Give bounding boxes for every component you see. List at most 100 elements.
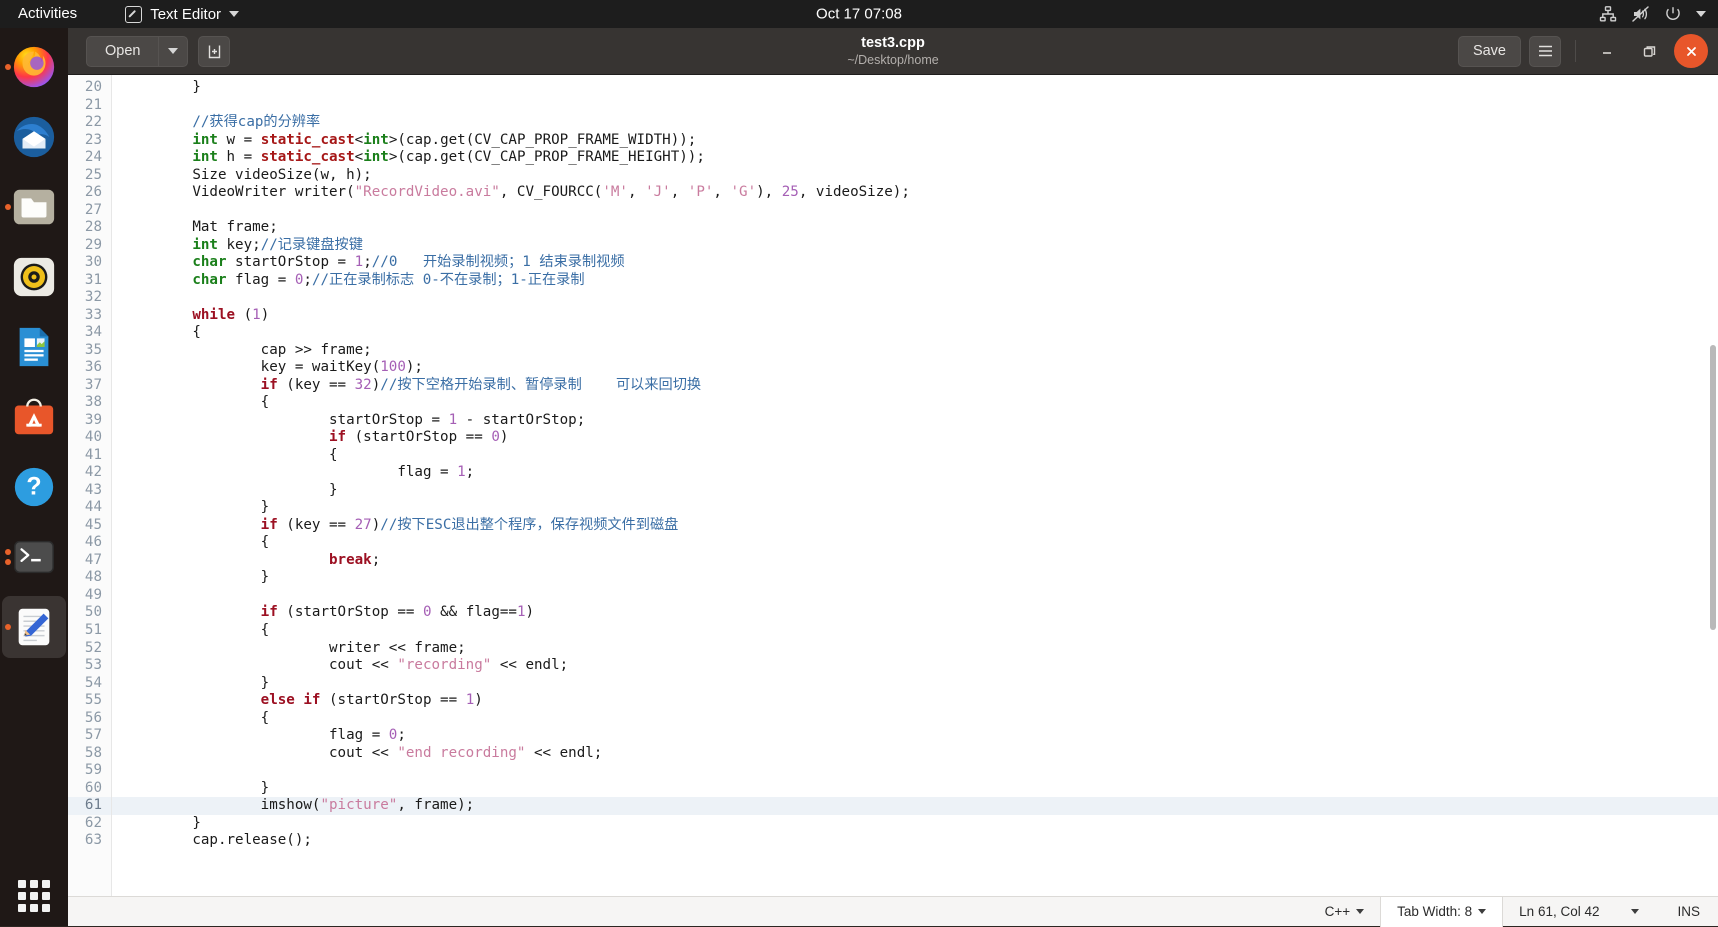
code-line[interactable]: flag = 1; (112, 464, 1718, 482)
code-line[interactable]: break; (112, 552, 1718, 570)
show-applications-button[interactable] (18, 880, 50, 912)
dock-item-firefox[interactable] (2, 36, 66, 98)
code-line[interactable]: { (112, 534, 1718, 552)
dock-item-thunderbird[interactable] (2, 106, 66, 168)
open-button[interactable]: Open (86, 35, 159, 67)
code-line[interactable]: cout << "end recording" << endl; (112, 745, 1718, 763)
code-line[interactable]: } (112, 780, 1718, 798)
code-token: "recording" (397, 657, 492, 674)
code-line[interactable]: Size videoSize(w, h); (112, 167, 1718, 185)
code-line[interactable]: { (112, 394, 1718, 412)
code-token: int (192, 131, 218, 148)
code-line[interactable]: } (112, 569, 1718, 587)
dock-item-ubuntu-software[interactable] (2, 386, 66, 448)
dock-item-help[interactable]: ? (2, 456, 66, 518)
code-line[interactable]: { (112, 622, 1718, 640)
dock-item-files[interactable] (2, 176, 66, 238)
code-token: 25 (781, 184, 799, 201)
scrollbar-thumb[interactable] (1710, 345, 1716, 630)
code-line[interactable]: Mat frame; (112, 219, 1718, 237)
code-line[interactable]: if (startOrStop == 0) (112, 429, 1718, 447)
code-token: } (124, 674, 270, 691)
code-line[interactable]: char startOrStop = 1;//0 开始录制视频；1 结束录制视频 (112, 254, 1718, 272)
code-line[interactable]: VideoWriter writer("RecordVideo.avi", CV… (112, 184, 1718, 202)
line-number: 40 (84, 429, 102, 446)
code-line[interactable]: } (112, 482, 1718, 500)
code-line[interactable]: cap >> frame; (112, 342, 1718, 360)
code-line[interactable]: writer << frame; (112, 640, 1718, 658)
app-menu-button[interactable]: Text Editor (117, 3, 247, 26)
cursor-position-dropdown[interactable] (1615, 897, 1655, 927)
code-token: 32 (354, 376, 372, 393)
code-line[interactable]: imshow("picture", frame); (112, 797, 1718, 815)
save-button[interactable]: Save (1457, 35, 1521, 67)
line-number: 58 (84, 744, 102, 761)
minimize-icon (1603, 52, 1611, 54)
new-document-button[interactable] (198, 35, 231, 67)
code-line[interactable] (112, 97, 1718, 115)
code-line[interactable]: cap.release(); (112, 832, 1718, 850)
dock-item-rhythmbox[interactable] (2, 246, 66, 308)
line-number: 45 (84, 516, 102, 533)
code-token: (startOrStop == (320, 692, 466, 709)
editor-area[interactable]: 20 21 22 23 24 25 26 27 28 29 30 31 32 33 34 35 36 37 38 39… (68, 75, 1718, 896)
maximize-button[interactable] (1632, 34, 1666, 68)
code-token: int (192, 236, 218, 253)
code-line[interactable]: if (startOrStop == 0 && flag==1) (112, 604, 1718, 622)
svg-text:?: ? (26, 473, 41, 501)
cursor-position-selector[interactable]: Ln 61, Col 42 (1503, 897, 1615, 927)
system-tray[interactable] (1599, 0, 1706, 28)
running-indicator (5, 549, 11, 565)
line-number: 52 (84, 639, 102, 656)
code-line[interactable]: key = waitKey(100); (112, 359, 1718, 377)
minimize-button[interactable] (1590, 34, 1624, 68)
tab-width-selector[interactable]: Tab Width: 8 (1380, 896, 1504, 927)
code-token: //记录键盘按键 (260, 236, 363, 253)
code-line[interactable] (112, 762, 1718, 780)
dock-item-text-editor[interactable] (2, 596, 66, 658)
code-line[interactable]: while (1) (112, 307, 1718, 325)
code-token: cap >> frame; (124, 341, 372, 358)
activities-button[interactable]: Activities (0, 2, 89, 26)
code-token: VideoWriter writer( (124, 184, 355, 201)
code-line[interactable]: } (112, 675, 1718, 693)
code-text-view[interactable]: } //获得cap的分辨率 int w = static_cast<int>(c… (112, 75, 1718, 896)
app-menu-label: Text Editor (150, 5, 222, 23)
code-line[interactable]: cout << "recording" << endl; (112, 657, 1718, 675)
code-line[interactable]: //获得cap的分辨率 (112, 114, 1718, 132)
code-line[interactable]: flag = 0; (112, 727, 1718, 745)
code-line[interactable]: int h = static_cast<int>(cap.get(CV_CAP_… (112, 149, 1718, 167)
code-line[interactable]: } (112, 815, 1718, 833)
code-line[interactable]: } (112, 79, 1718, 97)
dock-item-terminal[interactable] (2, 526, 66, 588)
code-line[interactable] (112, 289, 1718, 307)
libreoffice-writer-icon (19, 327, 49, 367)
code-line[interactable]: if (key == 27)//按下ESC退出整个程序，保存视频文件到磁盘 (112, 517, 1718, 535)
open-recent-dropdown-button[interactable] (158, 35, 189, 67)
clock[interactable]: Oct 17 07:08 (816, 6, 902, 23)
code-line[interactable]: { (112, 710, 1718, 728)
dock-item-libreoffice-writer[interactable] (2, 316, 66, 378)
language-selector[interactable]: C++ (1309, 897, 1381, 927)
code-token: flag = (124, 464, 458, 481)
vertical-scrollbar[interactable] (1709, 75, 1718, 896)
running-indicator (5, 64, 11, 70)
code-line[interactable]: { (112, 324, 1718, 342)
code-line[interactable] (112, 202, 1718, 220)
main-menu-button[interactable] (1529, 35, 1561, 67)
code-line[interactable]: else if (startOrStop == 1) (112, 692, 1718, 710)
code-line[interactable]: } (112, 499, 1718, 517)
code-token: << endl; (491, 657, 569, 674)
code-line[interactable]: char flag = 0;//正在录制标志 0-不在录制；1-正在录制 (112, 272, 1718, 290)
code-line[interactable]: int w = static_cast<int>(cap.get(CV_CAP_… (112, 132, 1718, 150)
code-line[interactable]: if (key == 32)//按下空格开始录制、暂停录制 可以来回切换 (112, 377, 1718, 395)
code-token: "RecordVideo.avi" (354, 184, 500, 201)
close-button[interactable] (1674, 34, 1708, 68)
code-line[interactable] (112, 587, 1718, 605)
code-line[interactable]: int key;//记录键盘按键 (112, 237, 1718, 255)
code-token: { (124, 709, 270, 726)
code-token: , (713, 184, 731, 201)
code-line[interactable]: startOrStop = 1 - startOrStop; (112, 412, 1718, 430)
code-line[interactable]: { (112, 447, 1718, 465)
dock-items: ? (0, 28, 68, 658)
